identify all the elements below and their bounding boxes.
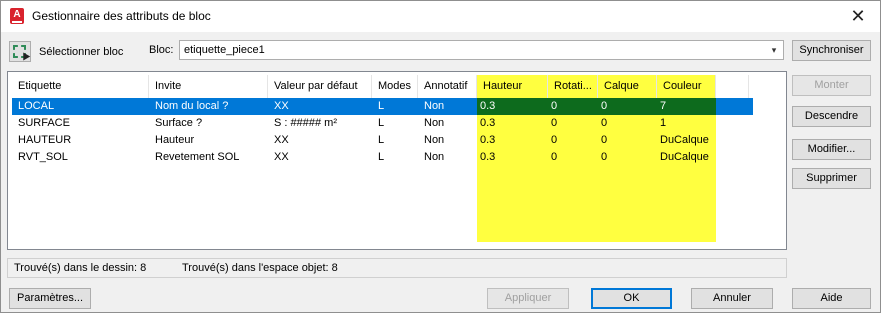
cell-height: 0.3	[480, 117, 496, 129]
autocad-app-icon: A	[10, 8, 24, 24]
cell-layer: 0	[601, 117, 608, 129]
cell-color: DuCalque	[660, 134, 709, 146]
table-row[interactable]: SURFACE Surface ? S : ##### m² L Non 0.3…	[12, 115, 753, 132]
cell-tag: LOCAL	[18, 100, 55, 112]
apply-button[interactable]: Appliquer	[487, 288, 569, 309]
help-button[interactable]: Aide	[792, 288, 871, 309]
cell-modes: L	[378, 117, 385, 129]
cell-layer: 0	[601, 151, 608, 163]
column-header-color[interactable]: Couleur	[657, 75, 716, 98]
column-header-modes[interactable]: Modes	[372, 75, 418, 98]
table-row[interactable]: RVT_SOL Revetement SOL XX L Non 0.3 0 0 …	[12, 149, 753, 166]
table-row[interactable]: HAUTEUR Hauteur XX L Non 0.3 0 0 DuCalqu…	[12, 132, 753, 149]
column-header-annotative[interactable]: Annotatif	[418, 75, 477, 98]
cell-rotation: 0	[551, 134, 558, 146]
cell-modes: L	[378, 151, 385, 163]
cell-color: 1	[660, 117, 667, 129]
close-icon[interactable]: ✕	[840, 3, 876, 29]
block-dropdown[interactable]: etiquette_piece1 ▾	[179, 40, 784, 60]
cell-height: 0.3	[480, 134, 496, 146]
cell-height: 0.3	[477, 98, 548, 115]
cell-prompt: Hauteur	[155, 134, 195, 146]
cell-prompt: Revetement SOL	[155, 151, 240, 163]
block-label: Bloc:	[149, 44, 174, 56]
cell-color: DuCalque	[660, 151, 709, 163]
cell-prompt: Surface ?	[155, 117, 203, 129]
cell-tag: SURFACE	[18, 117, 70, 129]
cell-annotative: Non	[424, 134, 445, 146]
column-header-rotation[interactable]: Rotati...	[548, 75, 598, 98]
cell-layer: 0	[601, 134, 608, 146]
found-in-drawing-text: Trouvé(s) dans le dessin: 8	[14, 262, 147, 274]
cell-rotation: 0	[548, 98, 598, 115]
column-header-height[interactable]: Hauteur	[477, 75, 548, 98]
cell-prompt: Nom du local ?	[155, 100, 229, 112]
cell-modes: L	[378, 134, 385, 146]
synchronize-button[interactable]: Synchroniser	[792, 40, 871, 61]
status-bar: Trouvé(s) dans le dessin: 8 Trouvé(s) da…	[7, 258, 787, 278]
cell-rotation: 0	[551, 151, 558, 163]
cell-modes: L	[378, 100, 385, 112]
attribute-manager-dialog: A Gestionnaire des attributs de bloc ✕ S…	[0, 0, 881, 313]
edit-button[interactable]: Modifier...	[792, 139, 871, 160]
cell-rotation: 0	[551, 117, 558, 129]
cell-tag: RVT_SOL	[18, 151, 68, 163]
column-header-tag[interactable]: Etiquette	[12, 75, 149, 98]
remove-button[interactable]: Supprimer	[792, 168, 871, 189]
select-block-label: Sélectionner bloc	[39, 46, 124, 58]
attribute-table: Etiquette Invite Valeur par défaut Modes…	[7, 71, 787, 250]
title-bar: A Gestionnaire des attributs de bloc ✕	[1, 1, 880, 32]
ok-button[interactable]: OK	[591, 288, 672, 309]
select-block-button[interactable]	[9, 41, 31, 62]
cell-default: XX	[274, 100, 289, 112]
table-row[interactable]: LOCAL Nom du local ? XX L Non 0.3 0 0 7	[12, 98, 753, 115]
move-down-button[interactable]: Descendre	[792, 106, 871, 127]
chevron-down-icon: ▾	[771, 45, 777, 55]
cell-annotative: Non	[424, 117, 445, 129]
settings-button[interactable]: Paramètres...	[9, 288, 91, 309]
cell-default: XX	[274, 134, 289, 146]
window-title: Gestionnaire des attributs de bloc	[32, 9, 211, 23]
select-block-icon	[13, 45, 31, 61]
found-in-space-text: Trouvé(s) dans l'espace objet: 8	[182, 262, 338, 274]
app-icon-letter: A	[13, 9, 21, 20]
column-header-filler	[716, 75, 749, 98]
block-dropdown-value: etiquette_piece1	[184, 44, 265, 56]
cancel-button[interactable]: Annuler	[691, 288, 773, 309]
column-header-layer[interactable]: Calque	[598, 75, 657, 98]
column-header-prompt[interactable]: Invite	[149, 75, 268, 98]
cell-annotative: Non	[424, 100, 445, 112]
cell-color: 7	[657, 98, 716, 115]
cell-default: S : ##### m²	[274, 117, 337, 129]
cell-tag: HAUTEUR	[18, 134, 72, 146]
cell-height: 0.3	[480, 151, 496, 163]
cell-layer: 0	[598, 98, 657, 115]
cell-annotative: Non	[424, 151, 445, 163]
column-header-default[interactable]: Valeur par défaut	[268, 75, 372, 98]
cell-default: XX	[274, 151, 289, 163]
move-up-button[interactable]: Monter	[792, 75, 871, 96]
